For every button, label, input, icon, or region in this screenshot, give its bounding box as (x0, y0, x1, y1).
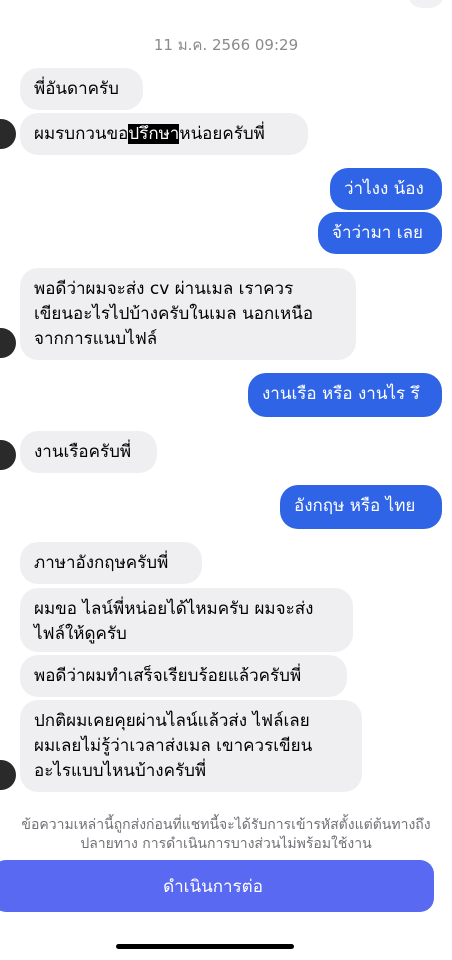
home-indicator (116, 944, 294, 949)
incoming-message[interactable]: ปกติผมเคยคุยผ่านไลน์แล้วส่ง ไฟล์เลย ผมเล… (20, 700, 362, 792)
outgoing-message[interactable]: จ้าว่ามา เลย (318, 212, 442, 254)
message-line: ผมขอ ไลน์พี่หน่อยได้ไหมครับ ผมจะส่ง (34, 599, 314, 619)
message-text-part: ผมรบกวนขอ (34, 124, 129, 144)
contact-avatar[interactable] (0, 328, 16, 358)
message-text: จ้าว่ามา เลย (332, 223, 423, 243)
highlighted-text: ปรึกษา (128, 124, 180, 144)
incoming-message[interactable]: ผมรบกวนขอปรึกษาหน่อยครับพี่ (20, 113, 308, 155)
incoming-message[interactable]: พอดีว่าผมจะส่ง cv ผ่านเมล เราควร เขียนอะ… (20, 268, 356, 360)
message-line: อะไรแบบไหนบ้างครับพี่ (34, 761, 207, 781)
message-line: ปกติผมเคยคุยผ่านไลน์แล้วส่ง ไฟล์เลย (34, 711, 310, 731)
encryption-notice: ข้อความเหล่านี้ถูกส่งก่อนที่แชทนี้จะได้ร… (0, 816, 452, 854)
incoming-message[interactable]: ภาษาอังกฤษครับพี่ (20, 542, 202, 584)
message-text: งานเรือ หรือ งานไร รึ (262, 384, 420, 404)
message-line: พอดีว่าผมจะส่ง cv ผ่านเมล เราควร (34, 279, 294, 299)
reaction-badge (408, 0, 444, 8)
message-text: พอดีว่าผมทำเสร็จเรียบร้อยแล้วครับพี่ (34, 666, 302, 686)
notice-line: ปลายทาง การดำเนินการบางส่วนไม่พร้อมใช้งา… (80, 836, 372, 852)
contact-avatar[interactable] (0, 119, 16, 149)
incoming-message[interactable]: ผมขอ ไลน์พี่หน่อยได้ไหมครับ ผมจะส่ง ไฟล์… (20, 588, 353, 652)
outgoing-message[interactable]: งานเรือ หรือ งานไร รึ (248, 373, 442, 417)
chat-timestamp: 11 ม.ค. 2566 09:29 (153, 36, 299, 54)
message-line: ไฟล์ให้ดูครับ (34, 624, 127, 644)
contact-avatar[interactable] (0, 760, 16, 790)
message-text: งานเรือครับพี่ (34, 442, 132, 462)
continue-button[interactable]: ดำเนินการต่อ (0, 860, 434, 912)
outgoing-message[interactable]: ว่าไงง น้อง (330, 168, 442, 210)
contact-avatar[interactable] (0, 440, 16, 470)
incoming-message[interactable]: งานเรือครับพี่ (20, 431, 157, 473)
message-line: ผมเลยไม่รู้ว่าเวลาส่งเมล เขาควรเขียน (34, 736, 313, 756)
notice-line: ข้อความเหล่านี้ถูกส่งก่อนที่แชทนี้จะได้ร… (21, 817, 431, 833)
message-text-part: หน่อยครับพี่ (179, 124, 265, 144)
incoming-message[interactable]: พอดีว่าผมทำเสร็จเรียบร้อยแล้วครับพี่ (20, 655, 347, 697)
message-text: ว่าไงง น้อง (344, 179, 424, 199)
message-text: พี่อันดาครับ (34, 79, 119, 99)
outgoing-message[interactable]: อังกฤษ หรือ ไทย (280, 485, 442, 529)
message-text: อังกฤษ หรือ ไทย (294, 496, 416, 516)
message-line: จากการแนบไฟล์ (34, 329, 158, 349)
message-line: เขียนอะไรไปบ้างครับในเมล นอกเหนือ (34, 304, 314, 324)
message-text: ภาษาอังกฤษครับพี่ (34, 553, 169, 573)
incoming-message[interactable]: พี่อันดาครับ (20, 68, 143, 110)
